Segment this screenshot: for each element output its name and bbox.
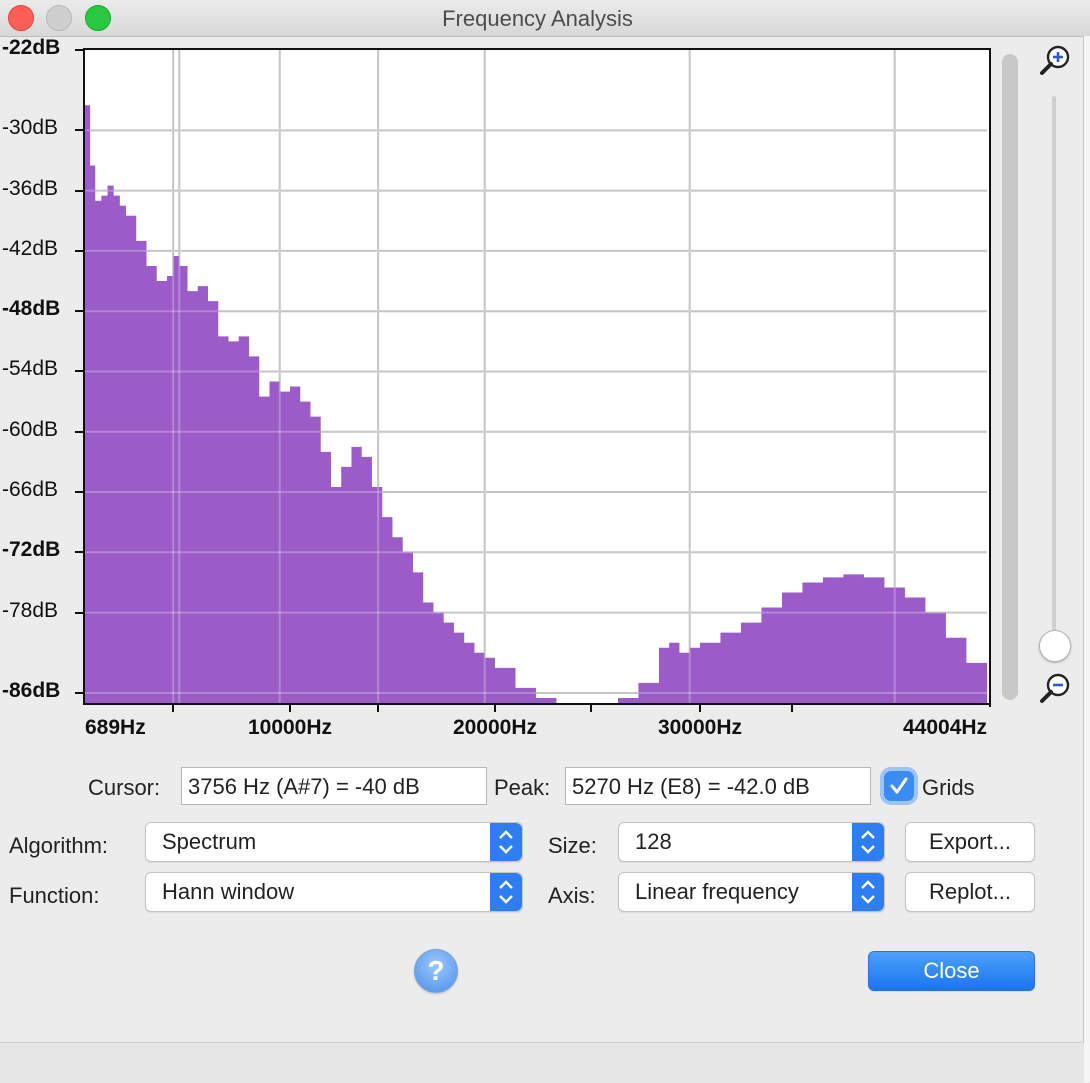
- peak-label: Peak:: [494, 775, 551, 800]
- y-tick-label: -36dB: [2, 176, 59, 200]
- y-tick-mark: [75, 249, 83, 252]
- select-arrows-icon: [490, 873, 522, 911]
- y-tick-mark: [75, 189, 83, 192]
- plot-right-border: [989, 48, 991, 707]
- spectrum-plot[interactable]: [83, 48, 989, 705]
- close-button[interactable]: Close: [868, 951, 1035, 991]
- algorithm-value: Spectrum: [162, 829, 257, 854]
- y-tick-label: -72dB: [2, 538, 61, 562]
- y-tick-mark: [75, 129, 83, 132]
- select-arrows-icon: [490, 823, 522, 861]
- vertical-scrollbar[interactable]: [1002, 54, 1018, 700]
- function-value: Hann window: [162, 879, 295, 904]
- y-tick-mark: [75, 551, 83, 554]
- zoom-slider-thumb[interactable]: [1039, 630, 1071, 662]
- x-tick-mark: [590, 705, 593, 712]
- y-tick-label: -22dB: [2, 36, 61, 59]
- x-tick-label: 20000Hz: [452, 716, 538, 739]
- y-tick-mark: [75, 49, 83, 51]
- x-tick-label: 44004Hz: [903, 716, 988, 739]
- peak-field[interactable]: 5270 Hz (E8) = -42.0 dB: [565, 767, 871, 805]
- y-tick-mark: [75, 611, 83, 614]
- y-tick-label: -42dB: [2, 236, 59, 260]
- x-tick-label: 689Hz: [85, 716, 146, 739]
- y-tick-label: -66dB: [2, 478, 59, 502]
- size-label: Size:: [548, 833, 597, 858]
- y-tick-label: -78dB: [2, 598, 59, 622]
- y-tick-mark: [75, 310, 83, 313]
- y-tick-label: -54dB: [2, 357, 59, 381]
- y-tick-mark: [75, 430, 83, 433]
- y-tick-label: -60dB: [2, 417, 59, 441]
- zoom-out-icon[interactable]: [1038, 672, 1072, 706]
- select-arrows-icon: [852, 873, 884, 911]
- x-tick-mark: [288, 705, 291, 712]
- y-tick-label: -30dB: [2, 116, 59, 140]
- axis-value: Linear frequency: [635, 879, 799, 904]
- zoom-slider-track[interactable]: [1052, 96, 1056, 656]
- algorithm-select[interactable]: Spectrum: [145, 822, 523, 862]
- grids-label: Grids: [922, 775, 975, 800]
- function-label: Function:: [9, 883, 100, 908]
- x-tick-label: 10000Hz: [247, 716, 333, 739]
- x-tick-mark: [791, 705, 794, 712]
- axis-select[interactable]: Linear frequency: [618, 872, 885, 912]
- zoom-in-icon[interactable]: [1038, 44, 1072, 78]
- y-tick-mark: [75, 491, 83, 494]
- title-bar: Frequency Analysis: [0, 0, 1090, 37]
- y-tick-label: -48dB: [2, 297, 61, 321]
- replot-button[interactable]: Replot...: [905, 872, 1035, 912]
- x-tick-mark: [172, 705, 175, 712]
- grids-checkbox[interactable]: [884, 771, 914, 801]
- select-arrows-icon: [852, 823, 884, 861]
- x-tick-label: 30000Hz: [657, 716, 742, 739]
- cursor-field[interactable]: 3756 Hz (A#7) = -40 dB: [181, 767, 487, 805]
- size-value: 128: [635, 829, 672, 854]
- help-icon[interactable]: ?: [414, 949, 458, 993]
- y-tick-label: -86dB: [2, 678, 61, 702]
- algorithm-label: Algorithm:: [9, 833, 109, 858]
- x-tick-mark: [698, 705, 701, 712]
- export-button[interactable]: Export...: [905, 822, 1035, 862]
- x-tick-mark: [493, 705, 496, 712]
- window-edge: [1083, 36, 1090, 1082]
- window-title: Frequency Analysis: [442, 6, 633, 31]
- checkmark-icon: [890, 777, 908, 794]
- axis-label: Axis:: [548, 883, 596, 908]
- y-tick-mark: [75, 691, 83, 694]
- status-bar: [0, 1042, 1084, 1083]
- spectrum-chart: [85, 50, 987, 703]
- size-select[interactable]: 128: [618, 822, 885, 862]
- function-select[interactable]: Hann window: [145, 872, 523, 912]
- x-tick-mark: [377, 705, 380, 712]
- cursor-label: Cursor:: [88, 775, 161, 800]
- y-tick-mark: [75, 370, 83, 373]
